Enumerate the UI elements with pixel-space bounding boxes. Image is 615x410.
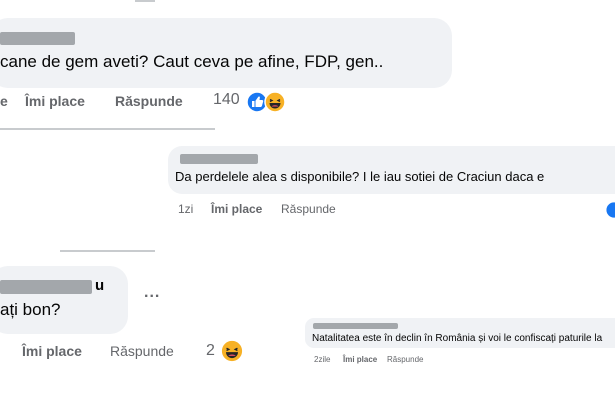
comment-bubble: Da perdelele alea s disponibile? I le ia… — [168, 146, 615, 194]
commenter-name-redacted[interactable] — [0, 280, 92, 294]
comment-timestamp[interactable]: 1zi — [178, 202, 211, 216]
commenter-name-redacted[interactable] — [0, 32, 75, 45]
comment-bubble: cane de gem aveti? Caut ceva pe afine, F… — [0, 18, 452, 88]
comment-actions: Îmi place Răspunde — [22, 343, 174, 359]
commenter-name-fragment: u — [95, 277, 105, 294]
comment-text: cane de gem aveti? Caut ceva pe afine, F… — [0, 52, 384, 71]
like-button[interactable]: Îmi place — [25, 93, 115, 109]
reaction-count: 140 — [213, 91, 240, 108]
cropped-text-fragment — [135, 0, 155, 2]
comment-text: Natalitatea este în declin în România și… — [312, 333, 603, 344]
comment-bubble: u ați bon? — [0, 266, 128, 334]
comment-actions: e Îmi place Răspunde — [0, 93, 183, 109]
comment-timestamp[interactable]: 2zile — [314, 355, 343, 364]
cropped-text-fragment — [0, 128, 215, 130]
like-button[interactable]: Îmi place — [343, 355, 387, 364]
reaction-summary[interactable]: 140 — [213, 91, 240, 109]
commenter-name-redacted[interactable] — [313, 323, 398, 329]
comment-actions: 2zile Îmi place Răspunde — [314, 355, 423, 364]
like-button[interactable]: Îmi place — [22, 343, 110, 359]
reply-button[interactable]: Răspunde — [110, 343, 174, 359]
reply-button[interactable]: Răspunde — [115, 93, 183, 109]
reaction-count: 2 — [206, 342, 215, 359]
haha-icon — [264, 91, 286, 113]
more-options-button[interactable]: ... — [144, 284, 160, 302]
comment-bubble: Natalitatea este în declin în România și… — [305, 318, 615, 348]
commenter-name-redacted[interactable] — [180, 154, 258, 164]
like-icon — [605, 201, 615, 219]
comment-text: ați bon? — [0, 300, 61, 319]
cropped-action-label[interactable]: e — [0, 93, 25, 109]
cropped-text-fragment — [60, 250, 155, 252]
like-button[interactable]: Îmi place — [211, 202, 281, 216]
reply-button[interactable]: Răspunde — [387, 355, 423, 364]
reaction-summary[interactable]: 2 — [206, 342, 215, 360]
comment-text: Da perdelele alea s disponibile? I le ia… — [175, 169, 545, 184]
haha-icon — [220, 339, 244, 363]
comment-actions: 1zi Îmi place Răspunde — [178, 202, 336, 216]
reply-button[interactable]: Răspunde — [281, 202, 336, 216]
